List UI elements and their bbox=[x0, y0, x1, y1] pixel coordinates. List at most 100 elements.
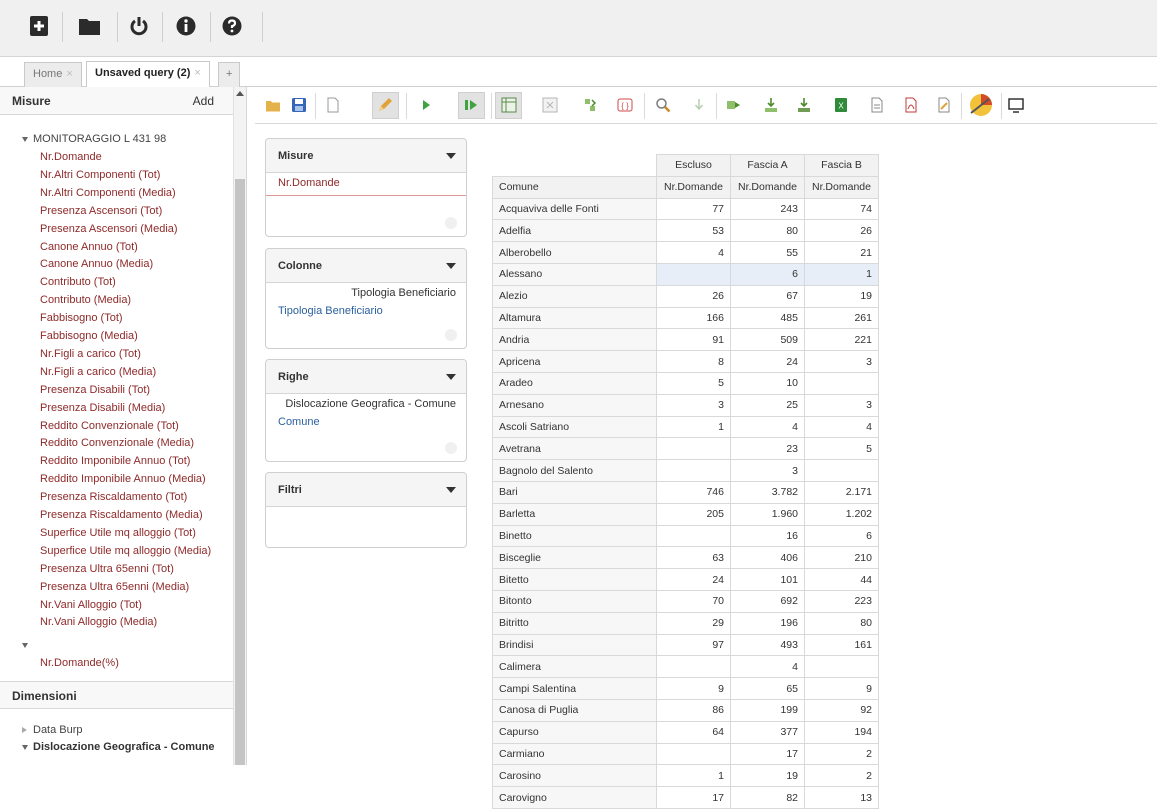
measure-item[interactable]: Presenza Ultra 65enni (Media) bbox=[40, 581, 189, 593]
pivot-icon[interactable] bbox=[501, 97, 517, 113]
measure-item[interactable]: Superfice Utile mq alloggio (Tot) bbox=[40, 527, 196, 539]
measure-item[interactable]: Nr.Figli a carico (Media) bbox=[40, 366, 156, 378]
measure-header[interactable]: Nr.Domande bbox=[656, 175, 731, 199]
tab-unsaved-query-close-icon[interactable]: × bbox=[194, 67, 200, 79]
dropdown-arrow-icon[interactable] bbox=[446, 263, 456, 269]
row-header-cell[interactable]: Campi Salentina bbox=[492, 677, 657, 700]
new-page-icon[interactable] bbox=[325, 97, 341, 113]
dimension-item-data-burp[interactable]: Data Burp bbox=[22, 724, 83, 736]
measure-header[interactable]: Nr.Domande bbox=[804, 175, 879, 199]
export-icon[interactable] bbox=[763, 97, 779, 113]
remove-circle-icon[interactable] bbox=[445, 442, 457, 454]
measure-item[interactable]: Superfice Utile mq alloggio (Media) bbox=[40, 545, 211, 557]
edit-icon[interactable] bbox=[377, 97, 393, 113]
row-header-cell[interactable]: Brindisi bbox=[492, 633, 657, 657]
drill-across-icon[interactable] bbox=[726, 97, 742, 113]
auto-run-icon[interactable] bbox=[463, 97, 479, 113]
tab-home[interactable]: Home × bbox=[24, 62, 82, 87]
colonne-panel-item[interactable]: Tipologia Beneficiario bbox=[278, 305, 383, 317]
row-header-cell[interactable]: Alessano bbox=[492, 262, 657, 286]
dropdown-arrow-icon[interactable] bbox=[446, 487, 456, 493]
remove-circle-icon[interactable] bbox=[445, 329, 457, 341]
measure-item[interactable]: Nr.Vani Alloggio (Media) bbox=[40, 616, 157, 628]
measure-header[interactable]: Nr.Domande bbox=[730, 175, 805, 199]
mdx-icon[interactable]: { } bbox=[617, 97, 633, 113]
export-csv-icon[interactable] bbox=[869, 97, 885, 113]
measure-item[interactable]: Nr.Domande bbox=[40, 151, 102, 163]
info-icon[interactable] bbox=[176, 15, 196, 37]
tab-add-button[interactable]: + bbox=[218, 62, 241, 87]
row-header-cell[interactable]: Canosa di Puglia bbox=[492, 698, 657, 722]
measure-item[interactable]: Reddito Convenzionale (Media) bbox=[40, 437, 194, 449]
row-header-cell[interactable]: Bari bbox=[492, 480, 657, 504]
row-header-cell[interactable]: Barletta bbox=[492, 502, 657, 526]
measure-item[interactable]: Contributo (Tot) bbox=[40, 276, 116, 288]
column-group-header[interactable]: Fascia B bbox=[804, 154, 879, 177]
row-header-cell[interactable]: Acquaviva delle Fonti bbox=[492, 197, 657, 221]
fullscreen-icon[interactable] bbox=[1008, 97, 1024, 113]
add-measure-button[interactable]: Add bbox=[193, 87, 214, 115]
chart-icon[interactable] bbox=[967, 93, 995, 117]
measure-item[interactable]: Presenza Riscaldamento (Media) bbox=[40, 509, 203, 521]
dimension-item-dislocazione[interactable]: Dislocazione Geografica - Comune bbox=[22, 741, 215, 753]
export-pdf-icon[interactable] bbox=[903, 97, 919, 113]
dropdown-arrow-icon[interactable] bbox=[446, 374, 456, 380]
row-header-cell[interactable]: Capurso bbox=[492, 720, 657, 744]
measure-item[interactable]: Presenza Ultra 65enni (Tot) bbox=[40, 563, 174, 575]
filtri-panel-header[interactable]: Filtri bbox=[266, 473, 466, 507]
measure-item[interactable]: Nr.Figli a carico (Tot) bbox=[40, 348, 141, 360]
measure-item[interactable]: Canone Annuo (Tot) bbox=[40, 241, 138, 253]
zoom-icon[interactable] bbox=[655, 97, 671, 113]
row-header-cell[interactable]: Calimera bbox=[492, 655, 657, 679]
row-header-cell[interactable]: Carosino bbox=[492, 764, 657, 788]
drill-down-icon[interactable] bbox=[691, 97, 707, 113]
row-header-cell[interactable]: Altamura bbox=[492, 306, 657, 330]
calculated-measure-item[interactable]: Nr.Domande(%) bbox=[40, 657, 119, 669]
row-dimension-header[interactable]: Comune bbox=[492, 175, 657, 199]
measure-item[interactable]: Presenza Ascensori (Tot) bbox=[40, 205, 162, 217]
righe-panel-header[interactable]: Righe bbox=[266, 360, 466, 394]
expand-triangle-icon[interactable] bbox=[22, 744, 28, 750]
hide-empty-icon[interactable] bbox=[542, 97, 558, 113]
measure-item[interactable]: Reddito Imponibile Annuo (Tot) bbox=[40, 455, 190, 467]
help-icon[interactable] bbox=[222, 15, 242, 37]
save-icon[interactable] bbox=[291, 97, 307, 113]
row-header-cell[interactable]: Arnesano bbox=[492, 393, 657, 417]
row-header-cell[interactable]: Bisceglie bbox=[492, 546, 657, 570]
measure-item[interactable]: Canone Annuo (Media) bbox=[40, 258, 153, 270]
measure-item[interactable]: Contributo (Media) bbox=[40, 294, 131, 306]
open-folder-icon[interactable] bbox=[78, 15, 102, 37]
export-excel-icon[interactable]: X bbox=[833, 97, 849, 113]
sidebar-scrollbar-thumb[interactable] bbox=[235, 179, 245, 765]
tab-home-close-icon[interactable]: × bbox=[66, 68, 72, 80]
new-query-icon[interactable] bbox=[29, 15, 49, 37]
calculated-node[interactable] bbox=[22, 639, 33, 651]
measure-item[interactable]: Presenza Disabili (Media) bbox=[40, 402, 165, 414]
row-header-cell[interactable]: Alberobello bbox=[492, 241, 657, 264]
open-icon[interactable] bbox=[265, 97, 281, 113]
measure-item[interactable]: Fabbisogno (Media) bbox=[40, 330, 138, 342]
measure-item[interactable]: Presenza Disabili (Tot) bbox=[40, 384, 150, 396]
measure-item[interactable]: Reddito Imponibile Annuo (Media) bbox=[40, 473, 206, 485]
colonne-panel-header[interactable]: Colonne bbox=[266, 249, 466, 283]
misure-panel-item[interactable]: Nr.Domande bbox=[278, 177, 340, 189]
measure-item[interactable]: Nr.Altri Componenti (Media) bbox=[40, 187, 176, 199]
column-group-header[interactable]: Escluso bbox=[656, 154, 731, 177]
row-header-cell[interactable]: Ascoli Satriano bbox=[492, 415, 657, 439]
row-header-cell[interactable]: Apricena bbox=[492, 350, 657, 373]
swap-axes-icon[interactable] bbox=[582, 97, 598, 113]
column-group-header[interactable]: Fascia A bbox=[730, 154, 805, 177]
measure-item[interactable]: Nr.Altri Componenti (Tot) bbox=[40, 169, 160, 181]
measure-item[interactable]: Nr.Vani Alloggio (Tot) bbox=[40, 599, 142, 611]
row-header-cell[interactable]: Bitritto bbox=[492, 611, 657, 635]
measure-item[interactable]: Presenza Riscaldamento (Tot) bbox=[40, 491, 187, 503]
expand-triangle-icon[interactable] bbox=[22, 136, 28, 142]
row-header-cell[interactable]: Bitonto bbox=[492, 589, 657, 613]
row-header-cell[interactable]: Carovigno bbox=[492, 786, 657, 809]
row-header-cell[interactable]: Andria bbox=[492, 328, 657, 352]
cube-node[interactable]: MONITORAGGIO L 431 98 bbox=[22, 133, 166, 145]
expand-triangle-icon[interactable] bbox=[22, 642, 28, 648]
measure-item[interactable]: Presenza Ascensori (Media) bbox=[40, 223, 178, 235]
collapsed-triangle-icon[interactable] bbox=[22, 727, 27, 734]
row-header-cell[interactable]: Avetrana bbox=[492, 437, 657, 461]
